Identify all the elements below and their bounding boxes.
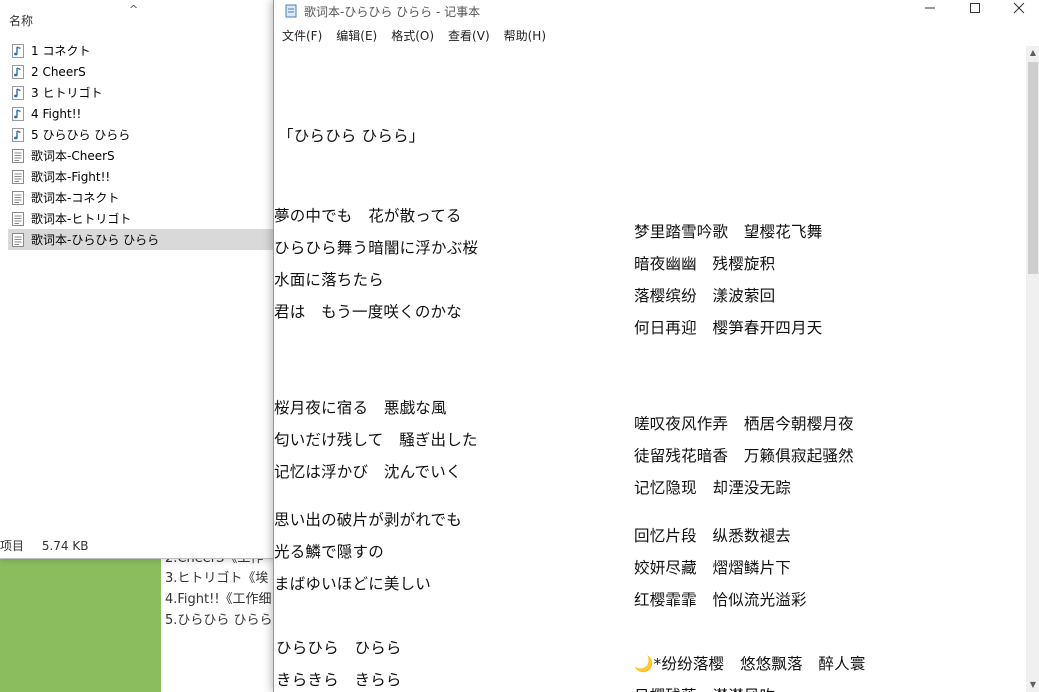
menu-view[interactable]: 查看(V) — [448, 27, 490, 44]
japanese-lyric-line: まばゆいほどに美しい — [274, 575, 432, 593]
file-list-item[interactable]: 5 ひらひら ひらら — [8, 124, 276, 145]
audio-file-icon — [12, 106, 24, 121]
minimize-icon — [925, 7, 935, 9]
file-list-item[interactable]: 歌词本-コネクト — [8, 187, 276, 208]
menu-bar: 文件(F) 编辑(E) 格式(O) 查看(V) 帮助(H) — [274, 24, 1039, 46]
menu-edit[interactable]: 编辑(E) — [336, 27, 377, 44]
file-name-label: 5 ひらひら ひらら — [31, 128, 131, 142]
minimize-button[interactable] — [907, 0, 953, 22]
scroll-up-icon[interactable]: ▲ — [1026, 46, 1039, 60]
chinese-lyric-line: 回忆片段 纵悉数褪去 — [634, 527, 792, 545]
status-size: 5.74 KB — [41, 539, 89, 553]
audio-file-icon — [12, 64, 24, 79]
file-name-label: 歌词本-CheerS — [31, 149, 115, 163]
japanese-lyric-line: 桜月夜に宿る 悪戯な風 — [274, 399, 447, 417]
maximize-icon — [970, 3, 980, 13]
file-list-item[interactable]: 1 コネクト — [8, 40, 276, 61]
close-button[interactable] — [996, 0, 1039, 22]
notepad-window: 歌词本-ひらひら ひらら - 记事本 文件(F) 编辑(E) 格式(O) 查看(… — [273, 0, 1039, 692]
japanese-lyric-line: 思い出の破片が剥がれでも — [274, 511, 462, 529]
file-explorer-window: 名称 ^ 1 コネクト 2 CheerS 3 ヒトリゴト 4 Fight!! 5 ひらひ… — [0, 0, 277, 559]
audio-file-icon — [12, 127, 24, 142]
chinese-lyric-line: 红樱霏霏 恰似流光溢彩 — [634, 591, 807, 609]
chinese-lyric-line: 何日再迎 樱笋春开四月天 — [634, 319, 823, 337]
notepad-app-icon — [284, 3, 298, 18]
audio-file-icon — [12, 85, 24, 100]
text-file-icon — [12, 232, 24, 247]
column-header: 名称 ^ — [0, 0, 276, 38]
background-line: 3.ヒトリゴト《埃 — [165, 571, 269, 586]
background-line: 5.ひらひら ひらら — [165, 613, 273, 628]
chinese-lyric-line: 嗟叹夜风作弄 栖居今朝樱月夜 — [634, 415, 854, 433]
text-file-icon — [12, 190, 24, 205]
file-name-label: 歌词本-Fight!! — [31, 170, 111, 184]
menu-file[interactable]: 文件(F) — [282, 27, 322, 44]
chinese-lyric-line: 梦里踏雪吟歌 望樱花飞舞 — [634, 223, 823, 241]
file-list-item[interactable]: 歌词本-ひらひら ひらら — [8, 229, 276, 250]
japanese-lyric-line: 夢の中でも 花が散ってる — [274, 207, 462, 225]
explorer-status-bar: 项目 5.74 KB — [0, 536, 276, 556]
column-name-header[interactable]: 名称 — [9, 12, 33, 29]
japanese-lyric-line: 匂いだけ残して 騒ぎ出した — [274, 431, 478, 449]
chinese-lyric-line: 暗夜幽幽 残樱旋积 — [634, 255, 776, 273]
menu-help[interactable]: 帮助(H) — [504, 27, 546, 44]
file-name-label: 歌词本-ひらひら ひらら — [31, 233, 160, 247]
chinese-lyric-line: 徒留残花暗香 万籁俱寂起骚然 — [634, 447, 854, 465]
maximize-button[interactable] — [952, 0, 998, 22]
background-line: 4.Fight!!《工作细 — [165, 592, 272, 607]
song-title-line: 「ひらひら ひらら」 — [278, 127, 425, 145]
file-list-item[interactable]: 3 ヒトリゴト — [8, 82, 276, 103]
background-text-lines: 2.CheerS《工作 3.ヒトリゴト《埃 4.Fight!!《工作细 5.ひら… — [165, 556, 280, 631]
file-name-label: 歌词本-コネクト — [31, 191, 120, 205]
file-list-item[interactable]: 2 CheerS — [8, 61, 276, 82]
chinese-lyric-line: 落樱缤纷 漾波萦回 — [634, 287, 776, 305]
file-list-item[interactable]: 歌词本-CheerS — [8, 145, 276, 166]
japanese-lyric-line: 君は もう一度咲くのかな — [274, 303, 462, 321]
chinese-lyric-line-cutoff: 日樱残落 潸潸风吹 — [634, 684, 775, 692]
file-list-item[interactable]: 歌词本-Fight!! — [8, 166, 276, 187]
chinese-lyric-line: 🌙*纷纷落樱 悠悠飘落 醉人寰 — [634, 655, 866, 673]
japanese-lyric-line: ひらひら舞う暗闇に浮かぶ桜 — [274, 239, 479, 257]
file-name-label: 3 ヒトリゴト — [31, 86, 103, 100]
vertical-scrollbar[interactable]: ▲ ▼ — [1026, 46, 1039, 692]
japanese-lyric-line: 记忆は浮かび 沈んでいく — [274, 463, 462, 481]
file-list: 1 コネクト 2 CheerS 3 ヒトリゴト 4 Fight!! 5 ひらひら ひらら… — [8, 40, 276, 250]
title-bar[interactable]: 歌词本-ひらひら ひらら - 记事本 — [274, 0, 1039, 22]
file-name-label: 2 CheerS — [31, 64, 86, 79]
chinese-lyric-line: 姣妍尽藏 熠熠鳞片下 — [634, 559, 792, 577]
text-file-icon — [12, 169, 24, 184]
scroll-down-icon[interactable]: ▼ — [1026, 678, 1039, 692]
japanese-lyric-line: きらきら きらら — [276, 671, 402, 689]
file-list-item[interactable]: 4 Fight!! — [8, 103, 276, 124]
chinese-lyric-line: 记忆隐现 却湮没无踪 — [634, 479, 792, 497]
japanese-lyric-line: ひらひら ひらら — [276, 639, 402, 657]
file-name-label: 4 Fight!! — [31, 106, 82, 121]
file-list-item[interactable]: 歌词本-ヒトリゴト — [8, 208, 276, 229]
file-name-label: 歌词本-ヒトリゴト — [31, 212, 132, 226]
menu-format[interactable]: 格式(O) — [391, 27, 434, 44]
japanese-lyric-line: 光る鱗で隠すの — [274, 543, 384, 561]
background-green-panel — [0, 556, 161, 692]
text-file-icon — [12, 211, 24, 226]
status-items-label: 项目 — [0, 539, 25, 553]
text-editor-area[interactable]: 「ひらひら ひらら」 夢の中でも 花が散ってる ひらひら舞う暗闇に浮かぶ桜 水面… — [274, 46, 1024, 692]
japanese-lyric-line: 水面に落ちたら — [274, 271, 384, 289]
window-title: 歌词本-ひらひら ひらら - 记事本 — [304, 5, 481, 19]
file-name-label: 1 コネクト — [31, 44, 91, 58]
close-icon — [1013, 2, 1025, 14]
audio-file-icon — [12, 43, 24, 58]
scrollbar-thumb[interactable] — [1028, 62, 1038, 274]
sort-ascending-icon: ^ — [129, 3, 139, 16]
background-window: 2.CheerS《工作 3.ヒトリゴト《埃 4.Fight!!《工作细 5.ひら… — [0, 556, 280, 692]
text-file-icon — [12, 148, 24, 163]
